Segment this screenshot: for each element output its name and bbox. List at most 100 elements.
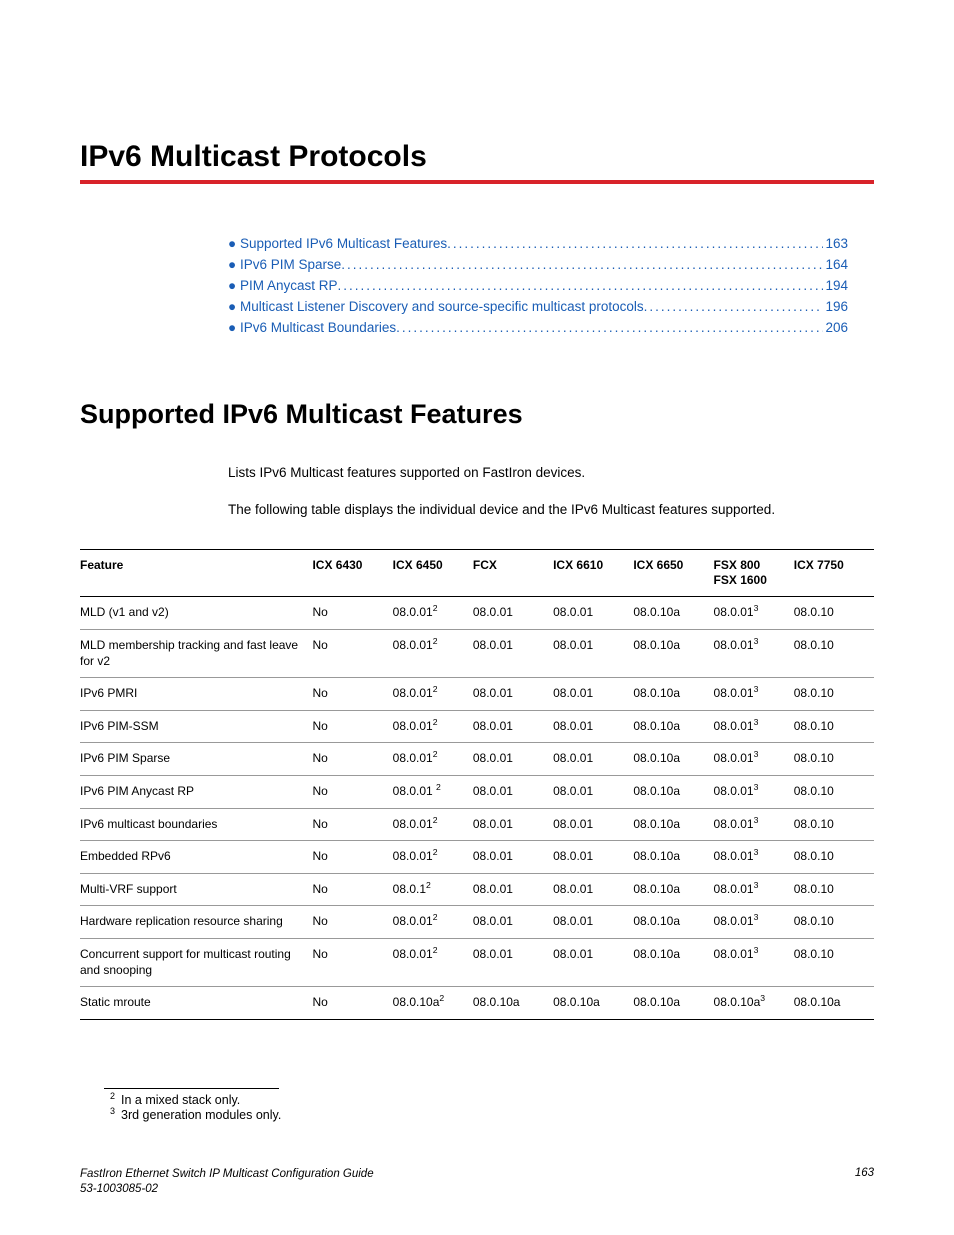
value-cell: 08.0.013 [714, 629, 794, 677]
value-cell: 08.0.10a [633, 597, 713, 630]
value-cell: 08.0.10a [794, 987, 874, 1020]
feature-cell: Hardware replication resource sharing [80, 906, 312, 939]
value-cell: 08.0.01 [473, 678, 553, 711]
bullet-icon: ● [228, 234, 240, 255]
value-cell: No [312, 678, 392, 711]
value-cell: 08.0.10a [633, 808, 713, 841]
value-cell: 08.0.10a [473, 987, 553, 1020]
section-intro: Lists IPv6 Multicast features supported … [228, 464, 874, 520]
value-cell: 08.0.01 [473, 597, 553, 630]
toc-entry[interactable]: ● IPv6 Multicast Boundaries.............… [228, 318, 848, 339]
toc-page: 194 [823, 276, 848, 297]
value-cell: 08.0.013 [714, 678, 794, 711]
value-cell: 08.0.10a [633, 841, 713, 874]
toc-label: PIM Anycast RP [240, 276, 338, 297]
value-cell: 08.0.012 [393, 906, 473, 939]
table-row: IPv6 PIM-SSMNo08.0.01208.0.0108.0.0108.0… [80, 710, 874, 743]
footnotes: 2In a mixed stack only. 33rd generation … [104, 1088, 281, 1123]
value-cell: 08.0.01 [473, 710, 553, 743]
value-cell: 08.0.012 [393, 629, 473, 677]
table-row: Embedded RPv6No08.0.01208.0.0108.0.0108.… [80, 841, 874, 874]
value-cell: 08.0.01 [553, 906, 633, 939]
value-cell: No [312, 873, 392, 906]
value-cell: 08.0.013 [714, 938, 794, 986]
value-cell: 08.0.10 [794, 678, 874, 711]
toc-entry[interactable]: ● IPv6 PIM Sparse.......................… [228, 255, 848, 276]
intro-paragraph: Lists IPv6 Multicast features supported … [228, 464, 874, 483]
value-cell: 08.0.10 [794, 743, 874, 776]
feature-cell: IPv6 PMRI [80, 678, 312, 711]
toc-entry[interactable]: ● PIM Anycast RP........................… [228, 276, 848, 297]
value-cell: 08.0.10 [794, 938, 874, 986]
table-header: ICX 6450 [393, 550, 473, 597]
value-cell: 08.0.012 [393, 841, 473, 874]
value-cell: 08.0.01 [553, 743, 633, 776]
footer-page-number: 163 [855, 1167, 874, 1197]
value-cell: 08.0.10a [633, 906, 713, 939]
feature-cell: Multi-VRF support [80, 873, 312, 906]
value-cell: 08.0.10a [633, 629, 713, 677]
feature-support-table: FeatureICX 6430ICX 6450FCXICX 6610ICX 66… [80, 549, 874, 1019]
value-cell: 08.0.013 [714, 710, 794, 743]
table-row: MLD membership tracking and fast leave f… [80, 629, 874, 677]
toc-leader: ........................................… [447, 234, 823, 255]
table-row: Static mrouteNo08.0.10a208.0.10a08.0.10a… [80, 987, 874, 1020]
bullet-icon: ● [228, 276, 240, 297]
feature-cell: Embedded RPv6 [80, 841, 312, 874]
table-header: ICX 6650 [633, 550, 713, 597]
value-cell: 08.0.10a [633, 987, 713, 1020]
bullet-icon: ● [228, 318, 240, 339]
value-cell: 08.0.10a [633, 678, 713, 711]
value-cell: 08.0.01 [473, 743, 553, 776]
value-cell: 08.0.01 [473, 775, 553, 808]
feature-cell: MLD (v1 and v2) [80, 597, 312, 630]
value-cell: 08.0.01 [553, 597, 633, 630]
toc-page: 164 [823, 255, 848, 276]
value-cell: 08.0.10 [794, 906, 874, 939]
chapter-toc: ● Supported IPv6 Multicast Features.....… [228, 234, 848, 339]
value-cell: 08.0.10a [633, 710, 713, 743]
feature-cell: Concurrent support for multicast routing… [80, 938, 312, 986]
value-cell: 08.0.10 [794, 841, 874, 874]
toc-label: IPv6 PIM Sparse [240, 255, 341, 276]
feature-cell: IPv6 multicast boundaries [80, 808, 312, 841]
table-row: IPv6 PMRINo08.0.01208.0.0108.0.0108.0.10… [80, 678, 874, 711]
toc-leader: ........................................… [338, 276, 824, 297]
value-cell: 08.0.013 [714, 906, 794, 939]
value-cell: 08.0.10a2 [393, 987, 473, 1020]
chapter-rule [80, 180, 874, 184]
toc-page: 206 [823, 318, 848, 339]
footnote-2: 2In a mixed stack only. [124, 1093, 281, 1107]
value-cell: 08.0.01 [473, 629, 553, 677]
toc-page: 163 [823, 234, 848, 255]
value-cell: No [312, 987, 392, 1020]
value-cell: 08.0.01 [553, 678, 633, 711]
value-cell: 08.0.013 [714, 873, 794, 906]
value-cell: 08.0.01 2 [393, 775, 473, 808]
toc-entry[interactable]: ● Multicast Listener Discovery and sourc… [228, 297, 848, 318]
footer-docnum: 53-1003085-02 [80, 1183, 158, 1195]
intro-paragraph: The following table displays the individ… [228, 501, 874, 520]
table-row: IPv6 multicast boundariesNo08.0.01208.0.… [80, 808, 874, 841]
value-cell: No [312, 938, 392, 986]
value-cell: No [312, 906, 392, 939]
toc-label: Multicast Listener Discovery and source-… [240, 297, 644, 318]
table-row: IPv6 PIM SparseNo08.0.01208.0.0108.0.010… [80, 743, 874, 776]
toc-leader: ........................................… [644, 297, 824, 318]
chapter-title: IPv6 Multicast Protocols [80, 140, 874, 174]
value-cell: No [312, 775, 392, 808]
table-row: Hardware replication resource sharingNo0… [80, 906, 874, 939]
toc-entry[interactable]: ● Supported IPv6 Multicast Features.....… [228, 234, 848, 255]
value-cell: 08.0.013 [714, 743, 794, 776]
value-cell: 08.0.01 [553, 629, 633, 677]
value-cell: 08.0.10 [794, 597, 874, 630]
value-cell: 08.0.012 [393, 938, 473, 986]
value-cell: 08.0.012 [393, 678, 473, 711]
value-cell: 08.0.01 [553, 873, 633, 906]
value-cell: 08.0.012 [393, 743, 473, 776]
table-row: MLD (v1 and v2)No08.0.01208.0.0108.0.010… [80, 597, 874, 630]
value-cell: 08.0.01 [553, 938, 633, 986]
table-header: ICX 6430 [312, 550, 392, 597]
value-cell: 08.0.10 [794, 775, 874, 808]
value-cell: 08.0.013 [714, 841, 794, 874]
